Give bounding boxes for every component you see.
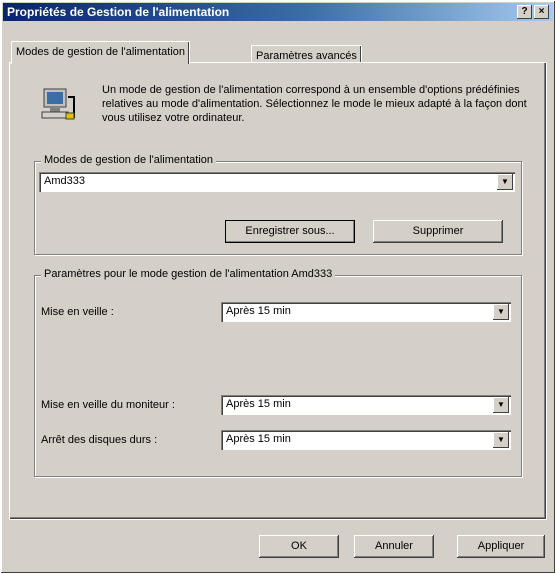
close-button[interactable]: × [534,5,549,19]
monitor-off-value: Après 15 min [226,398,291,410]
standby-label: Mise en veille : [41,306,114,318]
monitor-off-select[interactable]: Après 15 min ▼ [221,395,511,415]
modes-group-title: Modes de gestion de l'alimentation [41,154,217,166]
modes-groupbox: Modes de gestion de l'alimentation Amd33… [34,154,522,255]
help-button[interactable]: ? [517,5,532,19]
standby-value: Après 15 min [226,305,291,317]
mode-select-value: Amd333 [44,175,85,187]
power-settings-computer-icon [38,83,78,123]
settings-group-title: Paramètres pour le mode gestion de l'ali… [41,268,336,280]
window-title: Propriétés de Gestion de l'alimentation [7,5,230,19]
chevron-down-icon[interactable]: ▼ [493,432,509,448]
title-bar[interactable]: Propriétés de Gestion de l'alimentation … [3,3,553,21]
cancel-button[interactable]: Annuler [354,535,434,558]
tab-power-schemes[interactable]: Modes de gestion de l'alimentation [11,41,191,64]
monitor-off-label: Mise en veille du moniteur : [41,399,175,411]
hard-disks-off-value: Après 15 min [226,433,291,445]
dialog-window: Propriétés de Gestion de l'alimentation … [0,0,556,574]
delete-button[interactable]: Supprimer [373,220,503,243]
mode-select[interactable]: Amd333 ▼ [39,172,515,192]
intro-description: Un mode de gestion de l'alimentation cor… [102,84,527,124]
tab-panel: Un mode de gestion de l'alimentation cor… [9,62,547,520]
ok-button[interactable]: OK [259,535,339,558]
hard-disks-off-select[interactable]: Après 15 min ▼ [221,430,511,450]
chevron-down-icon[interactable]: ▼ [497,174,513,190]
standby-select[interactable]: Après 15 min ▼ [221,302,511,322]
chevron-down-icon[interactable]: ▼ [493,304,509,320]
save-as-button[interactable]: Enregistrer sous... [225,220,355,243]
settings-groupbox: Paramètres pour le mode gestion de l'ali… [34,268,522,477]
apply-button[interactable]: Appliquer [457,535,545,558]
chevron-down-icon[interactable]: ▼ [493,397,509,413]
hard-disks-off-label: Arrêt des disques durs : [41,434,158,446]
